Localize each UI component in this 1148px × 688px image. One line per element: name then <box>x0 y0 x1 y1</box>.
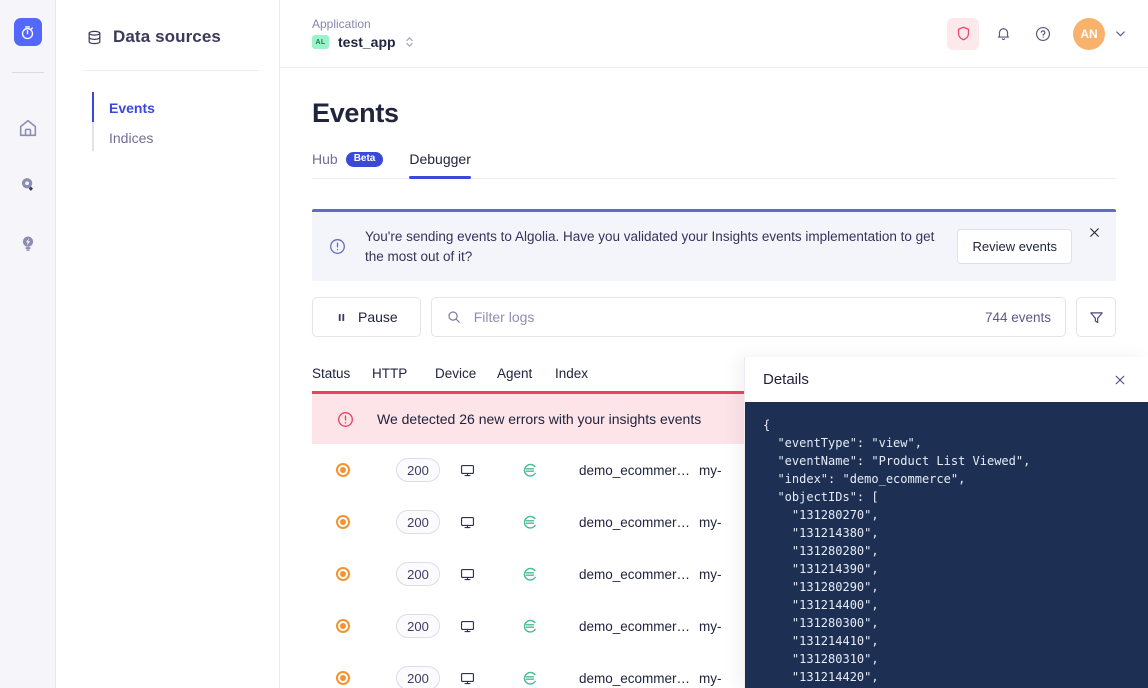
column-header-device[interactable]: Device <box>435 366 497 381</box>
desktop-icon <box>459 618 521 635</box>
sidebar-nav: Events Indices <box>56 92 279 153</box>
events-count: 744 events <box>984 309 1051 325</box>
row-index: demo_ecommer… <box>579 514 691 530</box>
details-header: Details <box>745 357 1148 402</box>
tab-label: Hub <box>312 151 338 167</box>
pause-icon <box>335 311 348 324</box>
rail-divider <box>11 72 44 73</box>
row-status <box>336 515 396 529</box>
pause-button-label: Pause <box>358 309 398 325</box>
row-status <box>336 567 396 581</box>
desktop-icon <box>459 566 521 583</box>
row-index: demo_ecommer… <box>579 566 691 582</box>
sidebar-title: Data sources <box>113 27 221 46</box>
status-dot-icon <box>336 619 350 633</box>
topbar-actions: AN <box>947 17 1128 50</box>
details-panel: Details { "eventType": "view", "eventNam… <box>744 357 1148 688</box>
sidebar-item-label: Indices <box>109 130 154 146</box>
sidebar-item-events[interactable]: Events <box>92 92 279 123</box>
search-icon <box>446 309 462 325</box>
sidebar: Data sources Events Indices <box>56 0 280 688</box>
algolia-insights-icon <box>521 669 579 687</box>
status-badge: 200 <box>396 614 440 638</box>
status-badge: 200 <box>396 562 440 586</box>
row-http: 200 <box>396 562 459 586</box>
status-badge: 200 <box>396 510 440 534</box>
status-badge: 200 <box>396 666 440 688</box>
status-badge: 200 <box>396 458 440 482</box>
sidebar-item-label: Events <box>109 100 155 116</box>
close-icon[interactable] <box>1110 370 1130 390</box>
status-dot-icon <box>336 567 350 581</box>
column-header-http[interactable]: HTTP <box>372 366 435 381</box>
row-status <box>336 463 396 477</box>
algolia-insights-icon <box>521 461 579 479</box>
sidebar-item-indices[interactable]: Indices <box>92 123 279 153</box>
main-area: Application AL test_app AN Events Hub Be… <box>280 0 1148 688</box>
chevron-updown-icon[interactable] <box>405 35 414 49</box>
algolia-insights-icon <box>521 513 579 531</box>
bell-icon[interactable] <box>987 18 1019 50</box>
column-header-status[interactable]: Status <box>312 366 372 381</box>
topbar: Application AL test_app AN <box>280 0 1148 68</box>
info-circle-icon <box>328 237 347 256</box>
row-http: 200 <box>396 458 459 482</box>
status-dot-icon <box>336 671 350 685</box>
row-http: 200 <box>396 614 459 638</box>
search-input[interactable] <box>461 309 975 325</box>
tab-label: Debugger <box>409 151 471 167</box>
application-label: Application <box>312 17 371 31</box>
column-header-agent[interactable]: Agent <box>497 366 555 381</box>
pause-button[interactable]: Pause <box>312 297 421 337</box>
chevron-down-icon[interactable] <box>1113 26 1128 41</box>
shield-icon[interactable] <box>947 17 979 50</box>
row-status <box>336 619 396 633</box>
logs-toolbar: Pause 744 events <box>312 297 1116 337</box>
tab-bar: Hub Beta Debugger <box>312 151 1116 179</box>
errors-alert-text: We detected 26 new errors with your insi… <box>377 411 702 427</box>
beta-badge: Beta <box>345 151 384 167</box>
sidebar-divider <box>84 70 259 71</box>
application-chip: AL <box>312 35 329 49</box>
help-circle-icon[interactable] <box>1027 18 1059 50</box>
algolia-logo[interactable] <box>13 18 42 46</box>
details-json[interactable]: { "eventType": "view", "eventName": "Pro… <box>745 402 1148 688</box>
application-name: test_app <box>338 34 396 50</box>
banner-message: You're sending events to Algolia. Have y… <box>365 228 935 264</box>
tab-debugger[interactable]: Debugger <box>409 151 471 179</box>
insights-banner: You're sending events to Algolia. Have y… <box>312 209 1116 281</box>
database-icon <box>86 29 103 46</box>
page-title: Events <box>312 98 399 128</box>
algolia-insights-icon <box>521 617 579 635</box>
home-icon[interactable] <box>11 111 45 145</box>
row-status <box>336 671 396 685</box>
review-events-button[interactable]: Review events <box>957 229 1072 264</box>
row-index: demo_ecommer… <box>579 462 691 478</box>
tab-hub[interactable]: Hub Beta <box>312 151 384 178</box>
sidebar-header: Data sources <box>56 22 279 52</box>
avatar[interactable]: AN <box>1073 17 1105 50</box>
error-circle-icon <box>336 410 355 429</box>
details-title: Details <box>763 371 809 388</box>
row-index: demo_ecommer… <box>579 670 691 686</box>
status-dot-icon <box>336 515 350 529</box>
app-root: Data sources Events Indices Application … <box>0 0 1148 688</box>
desktop-icon <box>459 514 521 531</box>
lightbulb-icon[interactable] <box>11 227 45 261</box>
icon-rail <box>0 0 56 688</box>
row-http: 200 <box>396 666 459 688</box>
desktop-icon <box>459 462 521 479</box>
search-icon[interactable] <box>11 169 45 203</box>
desktop-icon <box>459 670 521 687</box>
filter-icon[interactable] <box>1076 297 1116 337</box>
application-value-row[interactable]: AL test_app <box>312 34 414 50</box>
status-dot-icon <box>336 463 350 477</box>
column-header-index[interactable]: Index <box>555 366 675 381</box>
filter-logs-search[interactable]: 744 events <box>430 297 1066 337</box>
algolia-insights-icon <box>521 565 579 583</box>
application-selector[interactable]: Application AL test_app <box>312 17 414 50</box>
row-http: 200 <box>396 510 459 534</box>
close-icon[interactable] <box>1084 222 1104 242</box>
row-index: demo_ecommer… <box>579 618 691 634</box>
